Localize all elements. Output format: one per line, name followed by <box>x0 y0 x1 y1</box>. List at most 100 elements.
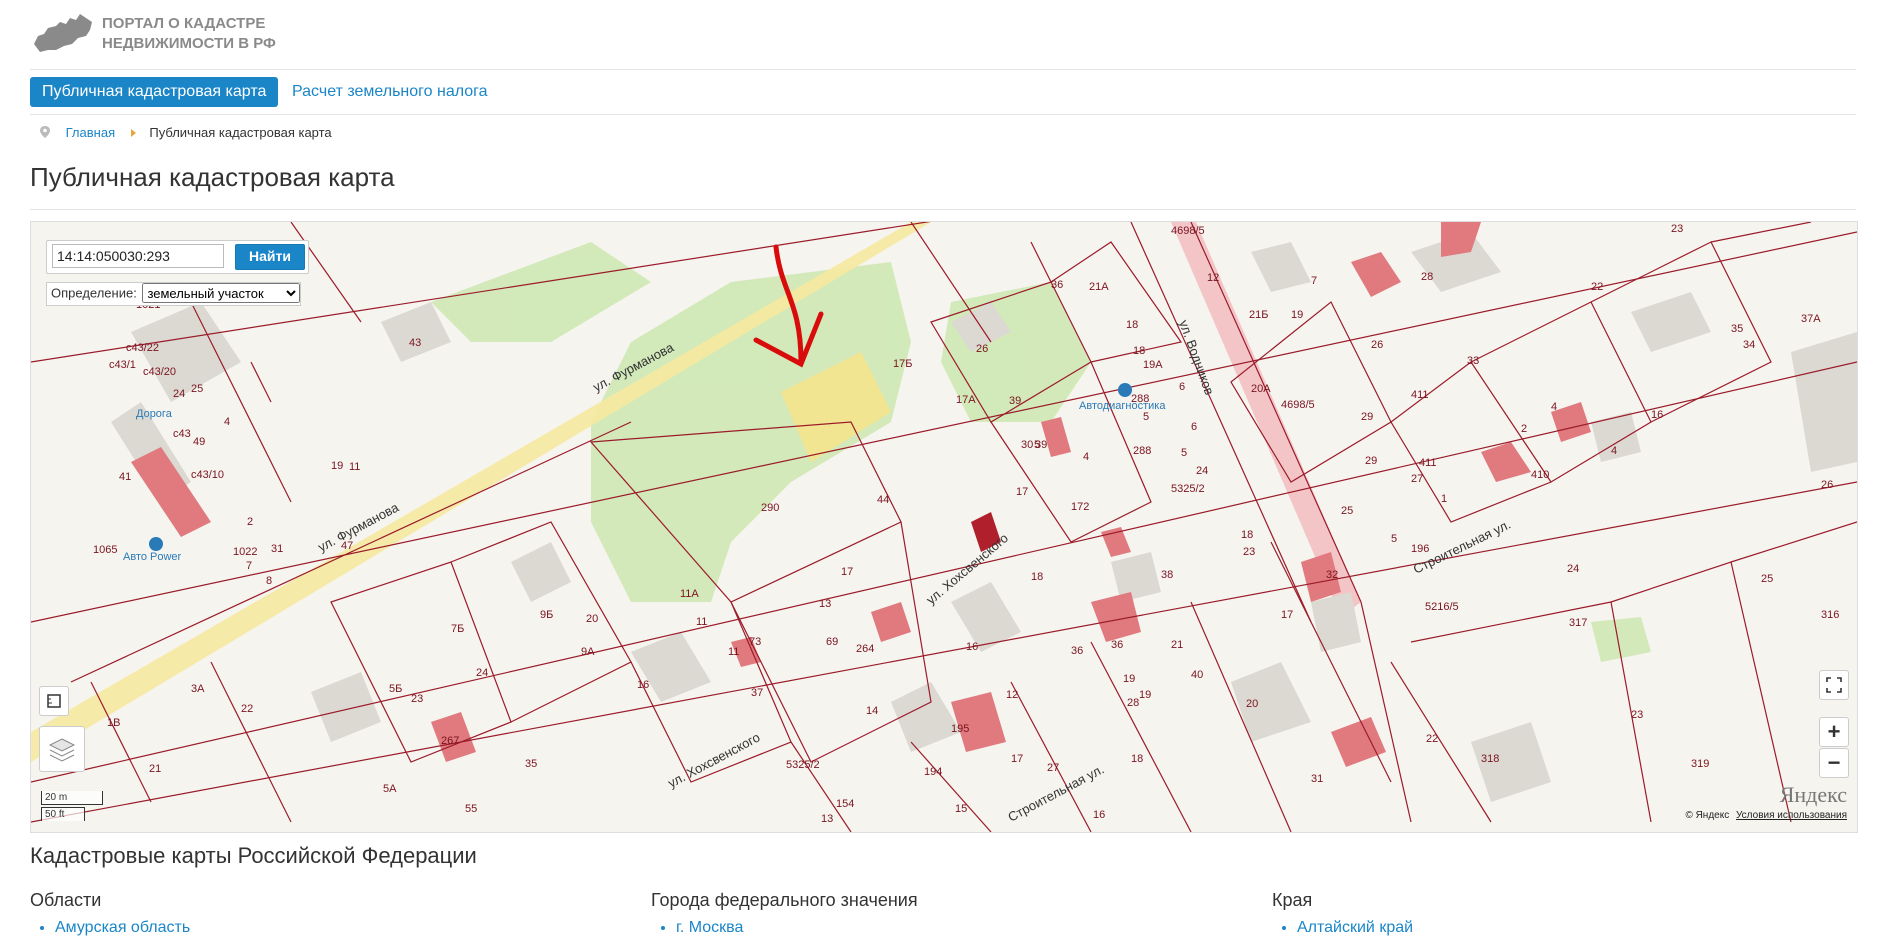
breadcrumb-separator-icon <box>130 129 136 137</box>
tab-land-tax[interactable]: Расчет земельного налога <box>292 77 488 107</box>
svg-text:36: 36 <box>1071 645 1083 657</box>
svg-text:4: 4 <box>1551 401 1557 413</box>
divider <box>30 114 1856 115</box>
svg-text:317: 317 <box>1569 617 1587 629</box>
svg-text:25: 25 <box>191 383 203 395</box>
tab-cadastral-map[interactable]: Публичная кадастровая карта <box>30 77 279 107</box>
svg-text:26: 26 <box>976 343 988 355</box>
svg-text:21: 21 <box>1171 639 1183 651</box>
svg-text:c43: c43 <box>173 428 191 440</box>
region-link[interactable]: г. Москва <box>676 919 918 937</box>
svg-text:21Б: 21Б <box>1249 309 1268 321</box>
svg-text:25: 25 <box>1761 573 1773 585</box>
svg-text:20: 20 <box>1246 698 1258 710</box>
zoom-out-button[interactable]: − <box>1819 748 1849 778</box>
svg-text:18: 18 <box>1133 345 1145 357</box>
svg-text:8: 8 <box>266 575 272 587</box>
zoom-in-button[interactable]: + <box>1819 717 1849 747</box>
svg-text:12: 12 <box>1006 689 1018 701</box>
svg-text:40: 40 <box>1191 669 1203 681</box>
layers-icon <box>48 738 76 762</box>
svg-text:39: 39 <box>1035 439 1047 451</box>
svg-text:34: 34 <box>1743 339 1755 351</box>
svg-text:2: 2 <box>247 516 253 528</box>
svg-text:19А: 19А <box>1143 359 1163 371</box>
svg-text:18: 18 <box>1241 529 1253 541</box>
definition-label: Определение: <box>51 285 137 301</box>
svg-text:73: 73 <box>749 636 761 648</box>
svg-text:c43/10: c43/10 <box>191 469 224 481</box>
parcel-boundaries <box>31 222 1857 832</box>
svg-text:267: 267 <box>441 735 459 747</box>
svg-text:29: 29 <box>1361 411 1373 423</box>
svg-text:c43/1: c43/1 <box>109 359 136 371</box>
svg-text:9Б: 9Б <box>540 609 553 621</box>
fullscreen-button[interactable] <box>1819 670 1849 700</box>
svg-text:37: 37 <box>751 687 763 699</box>
svg-text:1065: 1065 <box>93 544 117 556</box>
svg-text:194: 194 <box>924 766 942 778</box>
svg-text:35: 35 <box>525 758 537 770</box>
svg-text:c43/20: c43/20 <box>143 366 176 378</box>
scale-metric: 20 m <box>41 791 103 805</box>
svg-text:3А: 3А <box>191 683 205 695</box>
poi-autodiag-icon[interactable] <box>1118 383 1132 397</box>
svg-text:41: 41 <box>119 471 131 483</box>
region-link[interactable]: Амурская область <box>55 919 190 937</box>
scale-imperial: 50 ft <box>41 807 85 821</box>
svg-text:6: 6 <box>1179 381 1185 393</box>
regions-title: Кадастровые карты Российской Федерации <box>30 843 477 868</box>
svg-text:5А: 5А <box>383 783 397 795</box>
regions-column-krais: Края Алтайский край <box>1272 890 1413 937</box>
breadcrumb-home-link[interactable]: Главная <box>66 125 115 140</box>
svg-text:22: 22 <box>1591 281 1603 293</box>
breadcrumb-current: Публичная кадастровая карта <box>149 125 332 140</box>
svg-text:17: 17 <box>841 566 853 578</box>
cadastral-map[interactable]: 290 44 43 26 39 17А 17Б 4698/5 36 21А 18 19А 288… <box>30 221 1858 833</box>
site-logo-text[interactable]: ПОРТАЛ О КАДАСТРЕ НЕДВИЖИМОСТИ В РФ <box>102 14 302 54</box>
svg-text:316: 316 <box>1821 609 1839 621</box>
svg-text:Дорога: Дорога <box>136 408 173 420</box>
column-heading: Края <box>1272 890 1313 910</box>
svg-text:30: 30 <box>1021 439 1033 451</box>
svg-text:1022: 1022 <box>233 546 257 558</box>
svg-text:31: 31 <box>271 543 283 555</box>
svg-text:18: 18 <box>1131 753 1143 765</box>
svg-text:26: 26 <box>1821 479 1833 491</box>
svg-text:37А: 37А <box>1801 313 1821 325</box>
logo-line-1: ПОРТАЛ О КАДАСТРЕ <box>102 15 266 32</box>
svg-text:5: 5 <box>1391 533 1397 545</box>
poi-auto-power-icon[interactable] <box>149 537 163 551</box>
find-button[interactable]: Найти <box>235 244 305 270</box>
regions-column-federal-cities: Города федерального значения г. Москва <box>651 890 918 937</box>
svg-text:26: 26 <box>1371 339 1383 351</box>
svg-text:17Б: 17Б <box>893 358 912 370</box>
svg-text:19: 19 <box>1123 673 1135 685</box>
ruler-icon <box>47 694 61 708</box>
yandex-logo[interactable]: Яндекс <box>1780 782 1847 808</box>
svg-text:9А: 9А <box>581 646 595 658</box>
russia-map-logo-icon[interactable] <box>30 10 96 56</box>
svg-text:5216/5: 5216/5 <box>1425 601 1459 613</box>
svg-text:6: 6 <box>1191 421 1197 433</box>
region-link[interactable]: Алтайский край <box>1297 919 1413 937</box>
fullscreen-icon <box>1826 677 1842 693</box>
svg-text:20А: 20А <box>1251 383 1271 395</box>
svg-text:4698/5: 4698/5 <box>1281 399 1315 411</box>
svg-text:23: 23 <box>1631 709 1643 721</box>
cadastral-number-input[interactable] <box>52 244 224 268</box>
layers-button[interactable] <box>39 726 85 772</box>
svg-text:13: 13 <box>819 598 831 610</box>
svg-text:17: 17 <box>1281 609 1293 621</box>
svg-text:36: 36 <box>1051 279 1063 291</box>
svg-text:195: 195 <box>951 723 969 735</box>
logo-line-2: НЕДВИЖИМОСТИ В РФ <box>102 35 276 52</box>
svg-text:29: 29 <box>1365 455 1377 467</box>
terms-link[interactable]: Условия использования <box>1736 810 1847 821</box>
map-canvas[interactable]: 2904443 263917А 17Б4698/536 21А1819А 288… <box>31 222 1857 832</box>
svg-text:14: 14 <box>866 705 878 717</box>
svg-text:c43/22: c43/22 <box>126 342 159 354</box>
ruler-button[interactable] <box>39 686 69 716</box>
svg-text:196: 196 <box>1411 543 1429 555</box>
definition-select[interactable]: земельный участок <box>142 283 301 303</box>
